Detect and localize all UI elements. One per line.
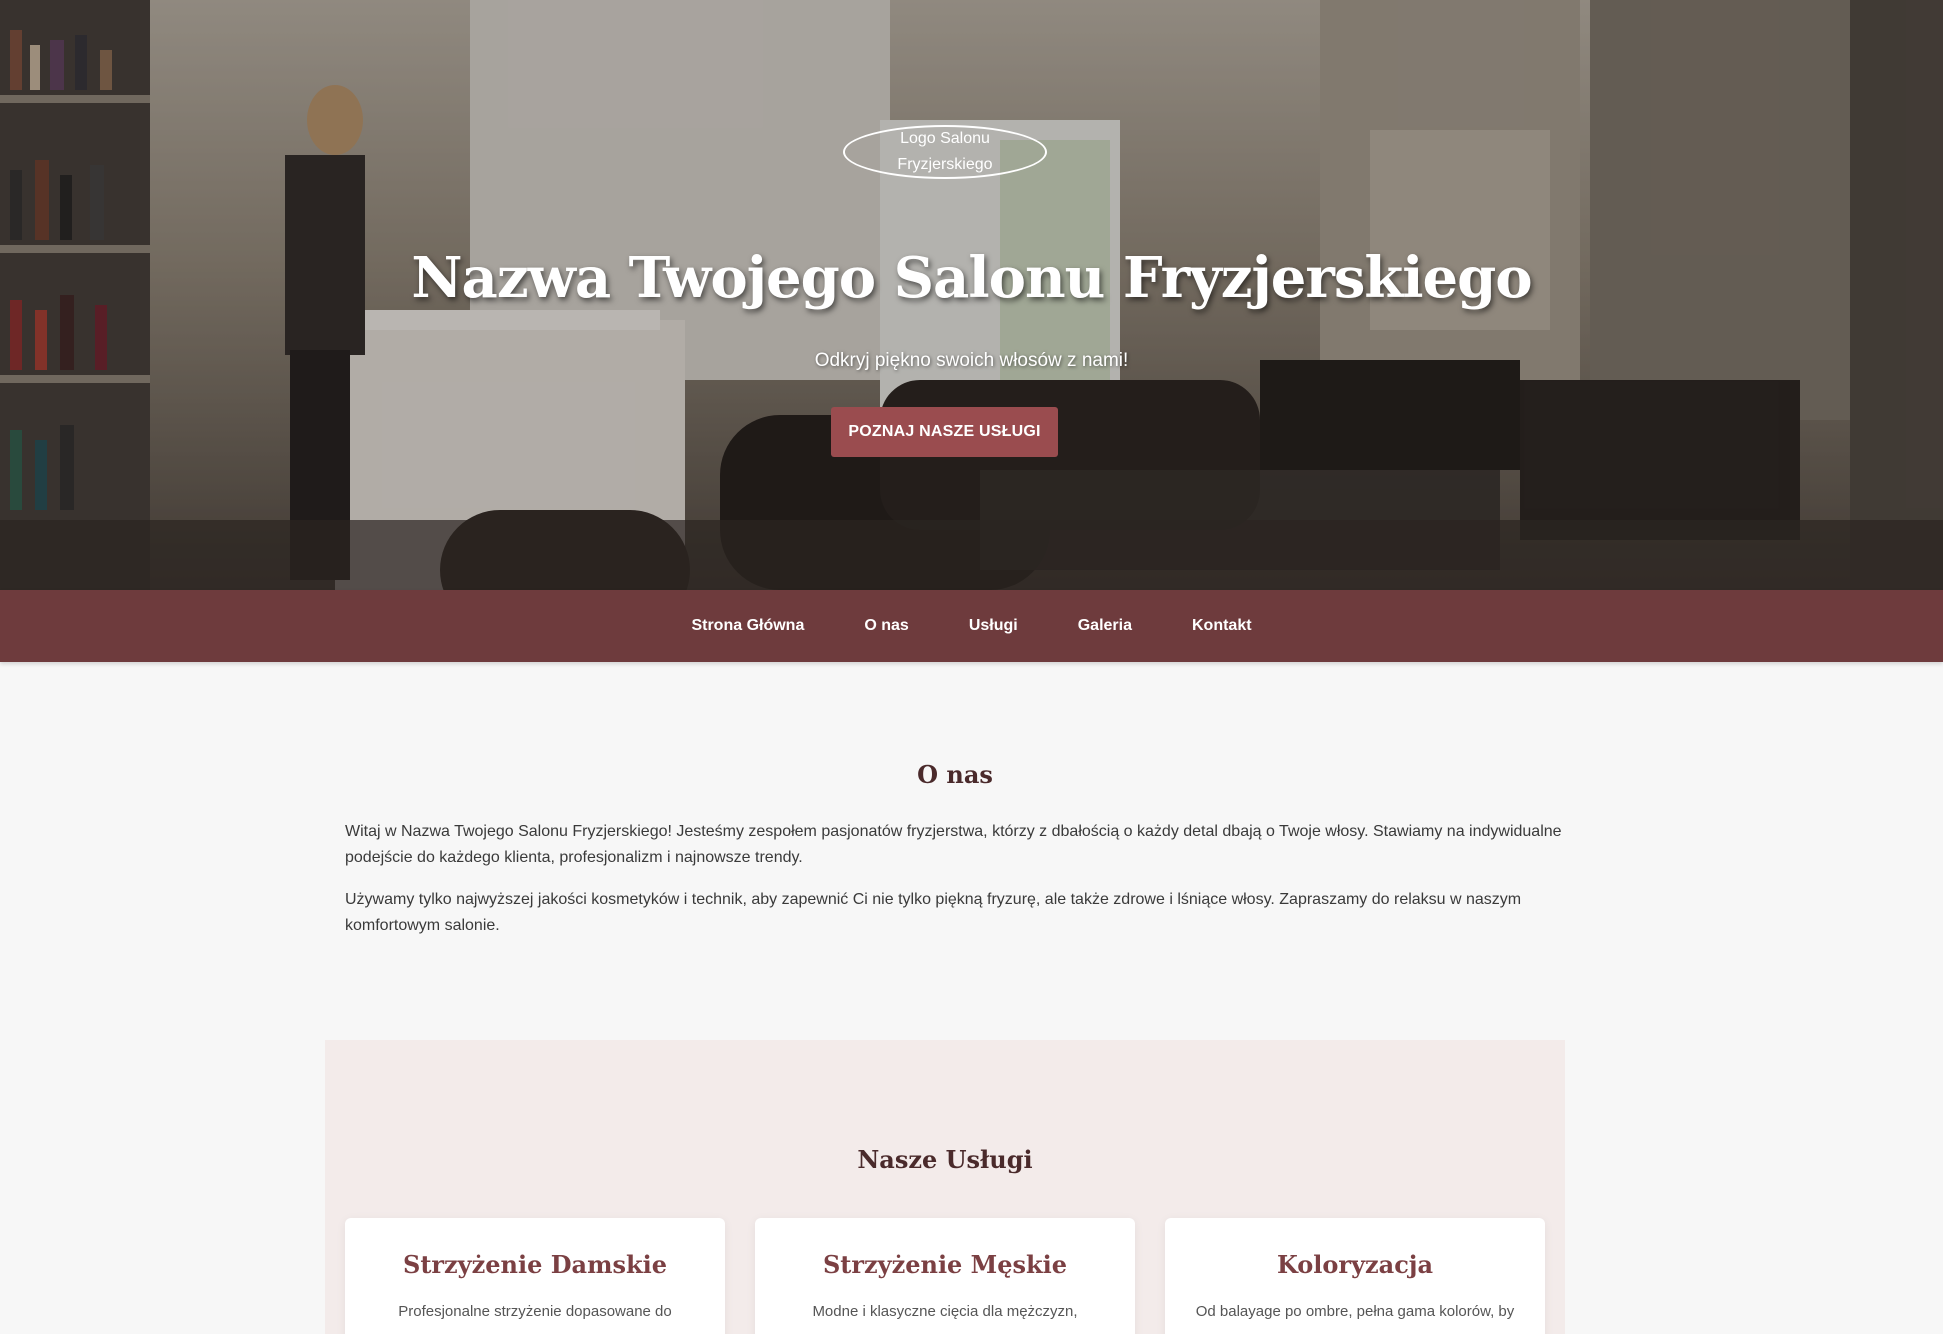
service-card-description: Od balayage po ombre, pełna gama kolorów… [1195, 1303, 1515, 1320]
service-card-title: Koloryzacja [1276, 1250, 1434, 1279]
about-section: O nas Witaj w Nazwa Twojego Salonu Fryzj… [345, 760, 1565, 939]
logo-text: Logo Salonu Fryzjerskiego [897, 130, 993, 173]
about-paragraph: Używamy tylko najwyższej jakości kosmety… [345, 891, 1522, 934]
services-title: Nasze Usługi [857, 1145, 1033, 1174]
service-card-mens-cut[interactable]: Strzyżenie Męskie Modne i klasyczne cięc… [755, 1218, 1135, 1334]
nav-item-contact[interactable]: Kontakt [1192, 617, 1252, 635]
about-title: O nas [917, 760, 993, 789]
service-card-womens-cut[interactable]: Strzyżenie Damskie Profesjonalne strzyże… [345, 1218, 725, 1334]
nav-item-about[interactable]: O nas [864, 617, 908, 635]
service-card-title: Strzyżenie Damskie [402, 1250, 667, 1279]
main-navigation: Strona Główna O nas Usługi Galeria Konta… [0, 590, 1943, 662]
about-paragraph: Witaj w Nazwa Twojego Salonu Fryzjerskie… [345, 823, 1562, 866]
service-card-title: Strzyżenie Męskie [822, 1250, 1068, 1279]
hero-section: Logo Salonu Fryzjerskiego Nazwa Twojego … [0, 0, 1943, 590]
nav-item-home[interactable]: Strona Główna [691, 617, 804, 635]
services-section: Nasze Usługi Strzyżenie Damskie Profesjo… [325, 1040, 1565, 1334]
nav-item-services[interactable]: Usługi [969, 617, 1018, 635]
nav-item-gallery[interactable]: Galeria [1078, 617, 1132, 635]
service-card-description: Profesjonalne strzyżenie dopasowane do [398, 1303, 672, 1320]
explore-services-button[interactable]: POZNAJ NASZE USŁUGI [831, 407, 1058, 457]
hero-title: Nazwa Twojego Salonu Fryzjerskiego [411, 245, 1532, 311]
salon-logo[interactable]: Logo Salonu Fryzjerskiego [843, 125, 1047, 179]
hero-subtitle: Odkryj piękno swoich włosów z nami! [814, 350, 1129, 371]
service-card-coloring[interactable]: Koloryzacja Od balayage po ombre, pełna … [1165, 1218, 1545, 1334]
service-card-description: Modne i klasyczne cięcia dla mężczyzn, [812, 1303, 1078, 1320]
